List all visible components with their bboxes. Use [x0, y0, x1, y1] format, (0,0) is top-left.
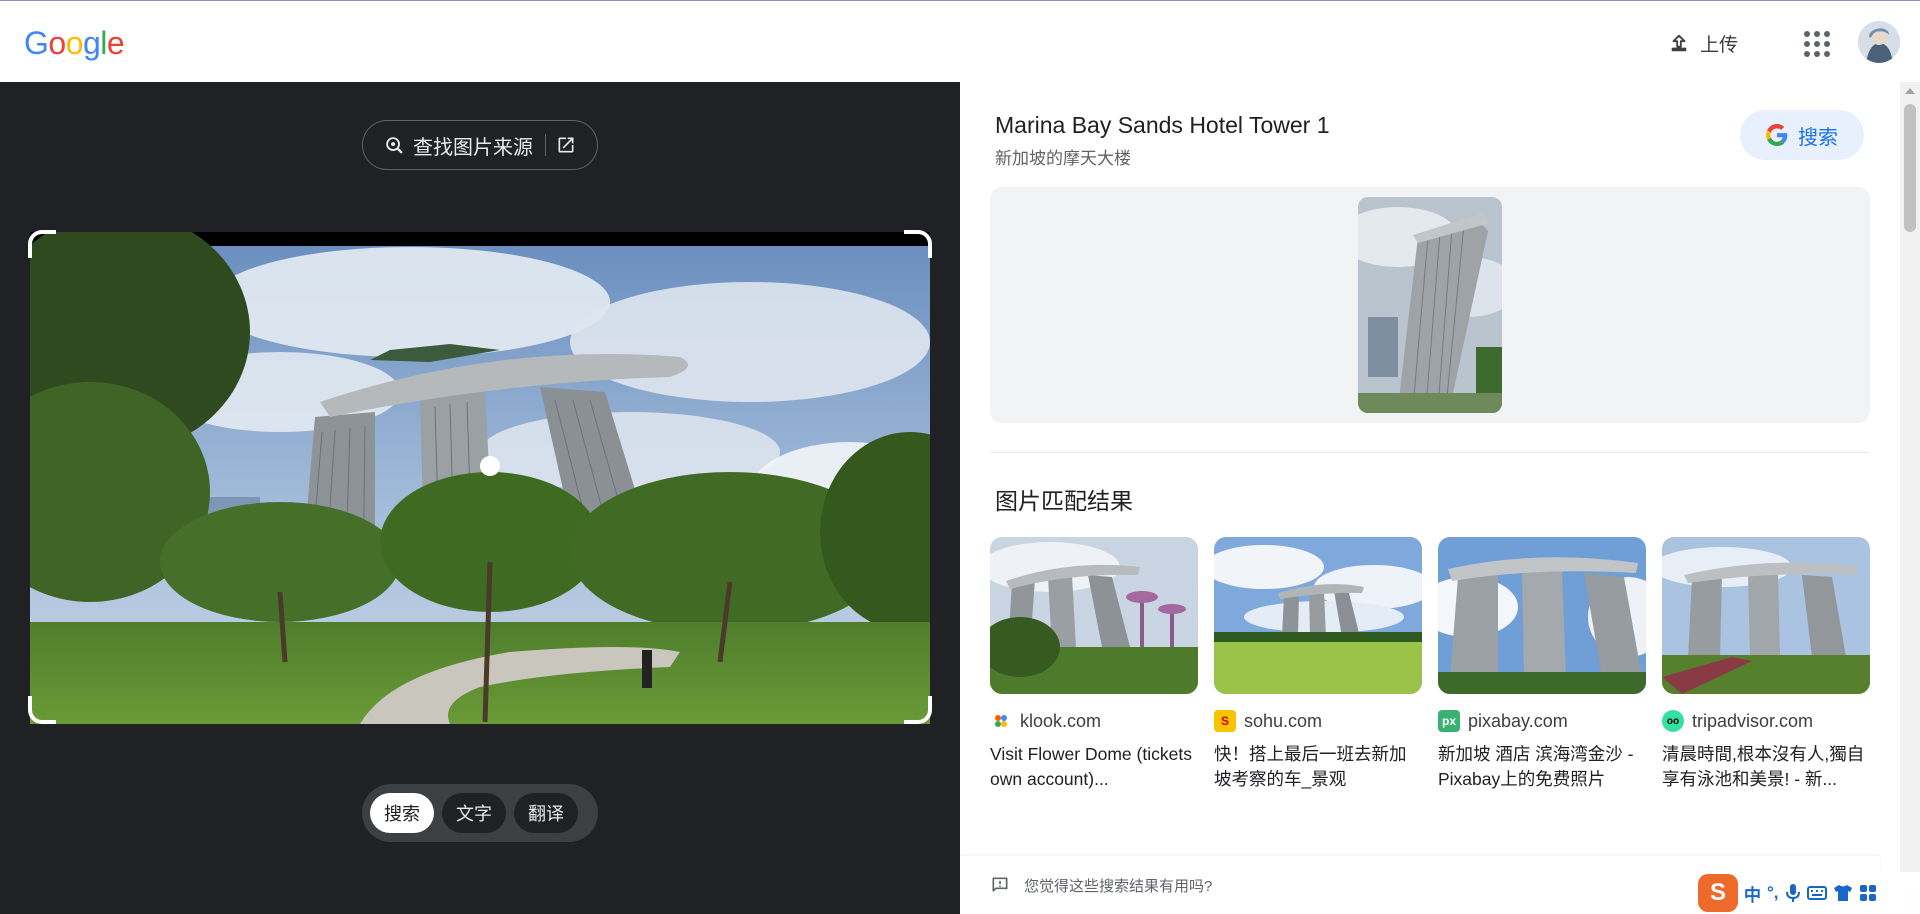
- apps-grid-icon[interactable]: [1800, 27, 1834, 61]
- match-site: pixabay.com: [1468, 710, 1568, 731]
- skin-shirt-icon[interactable]: [1833, 884, 1853, 902]
- toolbox-grid-icon[interactable]: [1859, 884, 1877, 902]
- scroll-up-arrow-icon[interactable]: [1905, 88, 1915, 94]
- logo-letter: o: [48, 25, 66, 61]
- match-result-2[interactable]: S sohu.com 快！搭上最后一班去新加坡考察的车_景观: [1214, 537, 1422, 792]
- lens-image-pane: 查找图片来源 搜索 文字 翻译: [0, 82, 960, 914]
- match-result-3[interactable]: px pixabay.com 新加坡 酒店 滨海湾金沙 - Pixabay上的免…: [1438, 537, 1646, 792]
- entity-image-card: [990, 187, 1870, 423]
- google-g-icon: [1766, 124, 1788, 146]
- crop-handle-bottom-left[interactable]: [28, 696, 56, 724]
- match-title[interactable]: Visit Flower Dome (tickets own account).…: [990, 742, 1198, 792]
- results-pane: Marina Bay Sands Hotel Tower 1 新加坡的摩天大楼 …: [960, 82, 1900, 914]
- upload-button[interactable]: 上传: [1660, 23, 1746, 63]
- divider: [545, 134, 546, 156]
- match-thumbnail[interactable]: [990, 537, 1198, 694]
- entity-subtitle: 新加坡的摩天大楼: [995, 149, 1131, 168]
- find-source-label: 查找图片来源: [413, 136, 533, 159]
- avatar[interactable]: [1858, 21, 1900, 63]
- search-pill-label: 搜索: [1798, 126, 1838, 149]
- ime-punctuation-toggle[interactable]: °,: [1767, 883, 1779, 903]
- match-site: tripadvisor.com: [1692, 710, 1814, 731]
- results-scrollbar[interactable]: [1900, 82, 1920, 914]
- match-title[interactable]: 清晨時間,根本沒有人,獨自享有泳池和美景! - 新...: [1662, 742, 1870, 792]
- pixabay-favicon: px: [1438, 710, 1460, 732]
- logo-letter: l: [100, 25, 107, 61]
- keyboard-icon[interactable]: [1806, 885, 1827, 901]
- uploaded-image[interactable]: [30, 232, 930, 724]
- logo-letter: e: [106, 25, 125, 61]
- find-image-source-button[interactable]: 查找图片来源: [362, 120, 598, 170]
- ime-toolbar: S 中 °,: [1698, 872, 1920, 914]
- top-bar: Google 上传: [0, 0, 1920, 82]
- match-thumbnail[interactable]: [1662, 537, 1870, 694]
- sogou-ime-logo[interactable]: S: [1698, 874, 1738, 912]
- ime-language-toggle[interactable]: 中: [1744, 881, 1761, 906]
- logo-letter: g: [82, 25, 101, 61]
- match-site: klook.com: [1020, 710, 1102, 731]
- logo-letter: o: [65, 25, 84, 61]
- feedback-icon: [992, 877, 1008, 892]
- klook-favicon: [990, 710, 1012, 732]
- match-title[interactable]: 新加坡 酒店 滨海湾金沙 - Pixabay上的免费照片: [1438, 742, 1646, 792]
- entity-thumbnail[interactable]: [1358, 197, 1502, 413]
- feedback-text: 您觉得这些搜索结果有用吗?: [1024, 877, 1213, 895]
- sohu-favicon: S: [1214, 710, 1236, 732]
- lens-mode-switcher: 搜索 文字 翻译: [362, 784, 598, 842]
- match-result-4[interactable]: oo tripadvisor.com 清晨時間,根本沒有人,獨自享有泳池和美景!…: [1662, 537, 1870, 792]
- section-divider: [990, 452, 1870, 453]
- avatar-image: [1858, 21, 1900, 63]
- google-search-button[interactable]: 搜索: [1740, 110, 1864, 160]
- match-title[interactable]: 快！搭上最后一班去新加坡考察的车_景观: [1214, 742, 1422, 792]
- crop-handle-top-left[interactable]: [28, 230, 56, 258]
- google-logo[interactable]: Google: [24, 25, 125, 62]
- upload-icon: [1671, 34, 1687, 52]
- mode-text-button[interactable]: 文字: [442, 793, 506, 833]
- mode-translate-button[interactable]: 翻译: [514, 793, 578, 833]
- match-thumbnail[interactable]: [1214, 537, 1422, 694]
- match-result-1[interactable]: klook.com Visit Flower Dome (tickets own…: [990, 537, 1198, 792]
- lens-search-icon: [383, 134, 405, 156]
- microphone-icon[interactable]: [1785, 883, 1801, 903]
- match-site: sohu.com: [1244, 710, 1323, 731]
- match-thumbnail[interactable]: [1438, 537, 1646, 694]
- open-in-new-icon: [558, 137, 574, 153]
- entity-title[interactable]: Marina Bay Sands Hotel Tower 1: [995, 112, 1330, 139]
- crop-handle-top-right[interactable]: [904, 230, 932, 258]
- upload-label: 上传: [1700, 34, 1739, 56]
- visual-matches-heading: 图片匹配结果: [995, 488, 1133, 514]
- logo-letter: G: [24, 25, 49, 61]
- tripadvisor-favicon: oo: [1662, 710, 1684, 732]
- scrollbar-thumb[interactable]: [1904, 104, 1916, 232]
- mode-search-button[interactable]: 搜索: [370, 793, 434, 833]
- crop-handle-bottom-right[interactable]: [904, 696, 932, 724]
